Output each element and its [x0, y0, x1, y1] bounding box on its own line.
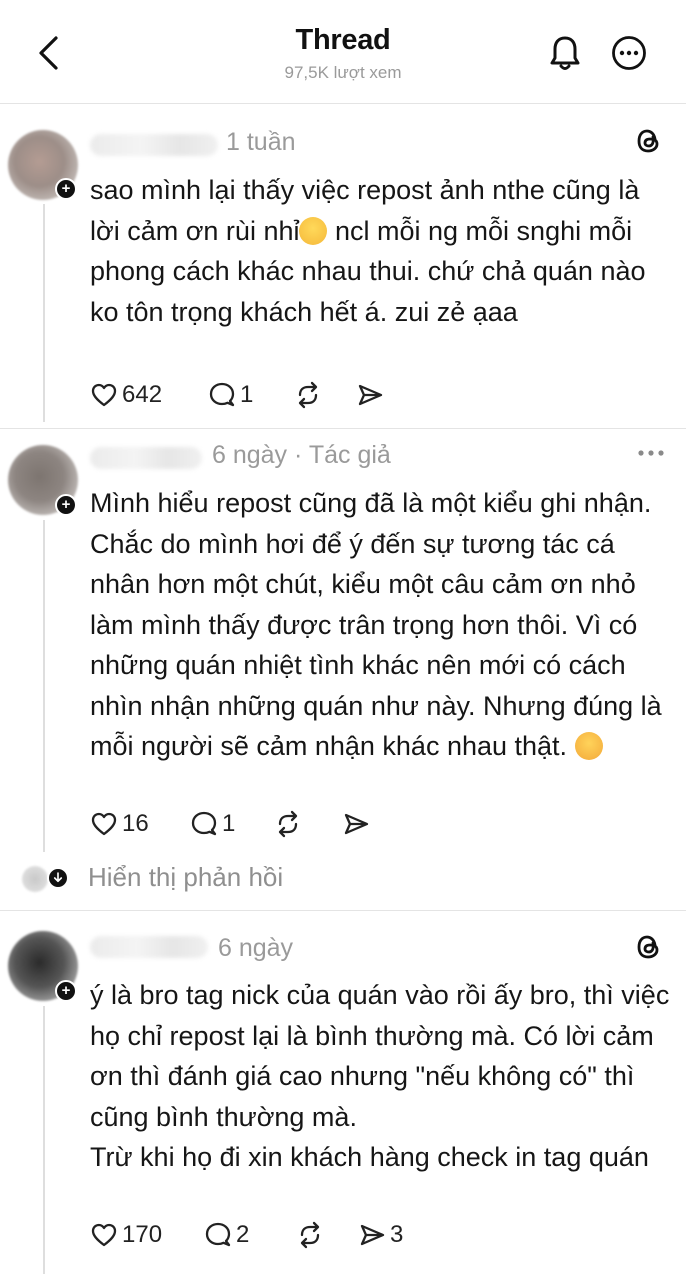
repost-icon [298, 381, 318, 409]
username-blurred [90, 134, 218, 156]
share-button[interactable]: 3 [358, 1218, 403, 1252]
repost-button[interactable] [296, 1218, 324, 1252]
post-text: ý là bro tag nick của quán vào rồi ấy br… [90, 980, 670, 1172]
repost-button[interactable] [274, 807, 302, 841]
reply-count: 2 [236, 1221, 250, 1248]
comment-icon [209, 382, 235, 407]
reply-count: 1 [240, 381, 254, 408]
send-icon [344, 813, 369, 835]
comment-icon [205, 1222, 231, 1247]
reply-button[interactable]: 2 [204, 1218, 249, 1252]
username-blurred [90, 447, 202, 469]
repost-icon [300, 1221, 320, 1249]
like-button[interactable]: 642 [90, 378, 162, 412]
like-count: 642 [122, 381, 163, 408]
reply-avatar [22, 866, 48, 892]
page-title: Thread [295, 24, 391, 56]
post-time-author: 6 ngày · Tác giả [212, 441, 391, 469]
comment-icon [191, 811, 217, 836]
heart-icon [91, 1223, 117, 1247]
post-3: + 6 ngày ý là bro tag nick của quán vào … [0, 910, 686, 1280]
post-text: Mình hiểu repost cũng đã là một kiểu ghi… [90, 488, 662, 761]
post-time: 1 tuần [226, 128, 296, 156]
show-replies-button[interactable]: Hiển thị phản hồi [0, 858, 686, 900]
view-count: 97,5K lượt xem [284, 63, 402, 82]
send-icon [358, 384, 383, 406]
like-count: 16 [122, 810, 149, 837]
post-body: Mình hiểu repost cũng đã là một kiểu ghi… [90, 483, 674, 767]
header: Thread 97,5K lượt xem [0, 0, 686, 104]
smiling-face-emoji [574, 732, 603, 760]
thread-line [43, 520, 45, 852]
reply-button[interactable]: 1 [190, 807, 235, 841]
follow-plus-icon[interactable]: + [55, 494, 77, 516]
threads-logo-icon [637, 935, 659, 959]
like-button[interactable]: 16 [90, 807, 149, 841]
follow-plus-icon[interactable]: + [55, 178, 77, 200]
send-icon [360, 1224, 385, 1246]
post-body: sao mình lại thấy việc repost ảnh nthe c… [90, 170, 674, 332]
follow-plus-icon[interactable]: + [55, 980, 77, 1002]
like-button[interactable]: 170 [90, 1218, 162, 1252]
share-button[interactable] [356, 378, 384, 412]
heart-icon [91, 383, 117, 407]
reply-button[interactable]: 1 [208, 378, 253, 412]
like-count: 170 [122, 1221, 163, 1248]
show-replies-label: Hiển thị phản hồi [88, 862, 284, 892]
share-count: 3 [390, 1221, 404, 1248]
arrow-down-icon [47, 867, 69, 889]
thread-line [43, 1006, 45, 1274]
username-blurred [90, 936, 208, 958]
repost-button[interactable] [294, 378, 322, 412]
reply-count: 1 [222, 810, 236, 837]
more-icon[interactable] [611, 35, 647, 71]
share-button[interactable] [342, 807, 370, 841]
post-1: + 1 tuần sao mình lại thấy việc repost ả… [0, 104, 686, 428]
thread-line [43, 204, 45, 422]
threads-logo-icon [637, 129, 659, 153]
post-2: + 6 ngày · Tác giả Mình hiểu repost cũng… [0, 428, 686, 858]
pleading-face-emoji [299, 216, 328, 245]
heart-icon [91, 812, 117, 836]
bell-icon[interactable] [548, 33, 582, 73]
more-dots-icon[interactable] [636, 448, 666, 458]
post-time: 6 ngày [218, 934, 294, 962]
repost-icon [278, 810, 298, 838]
